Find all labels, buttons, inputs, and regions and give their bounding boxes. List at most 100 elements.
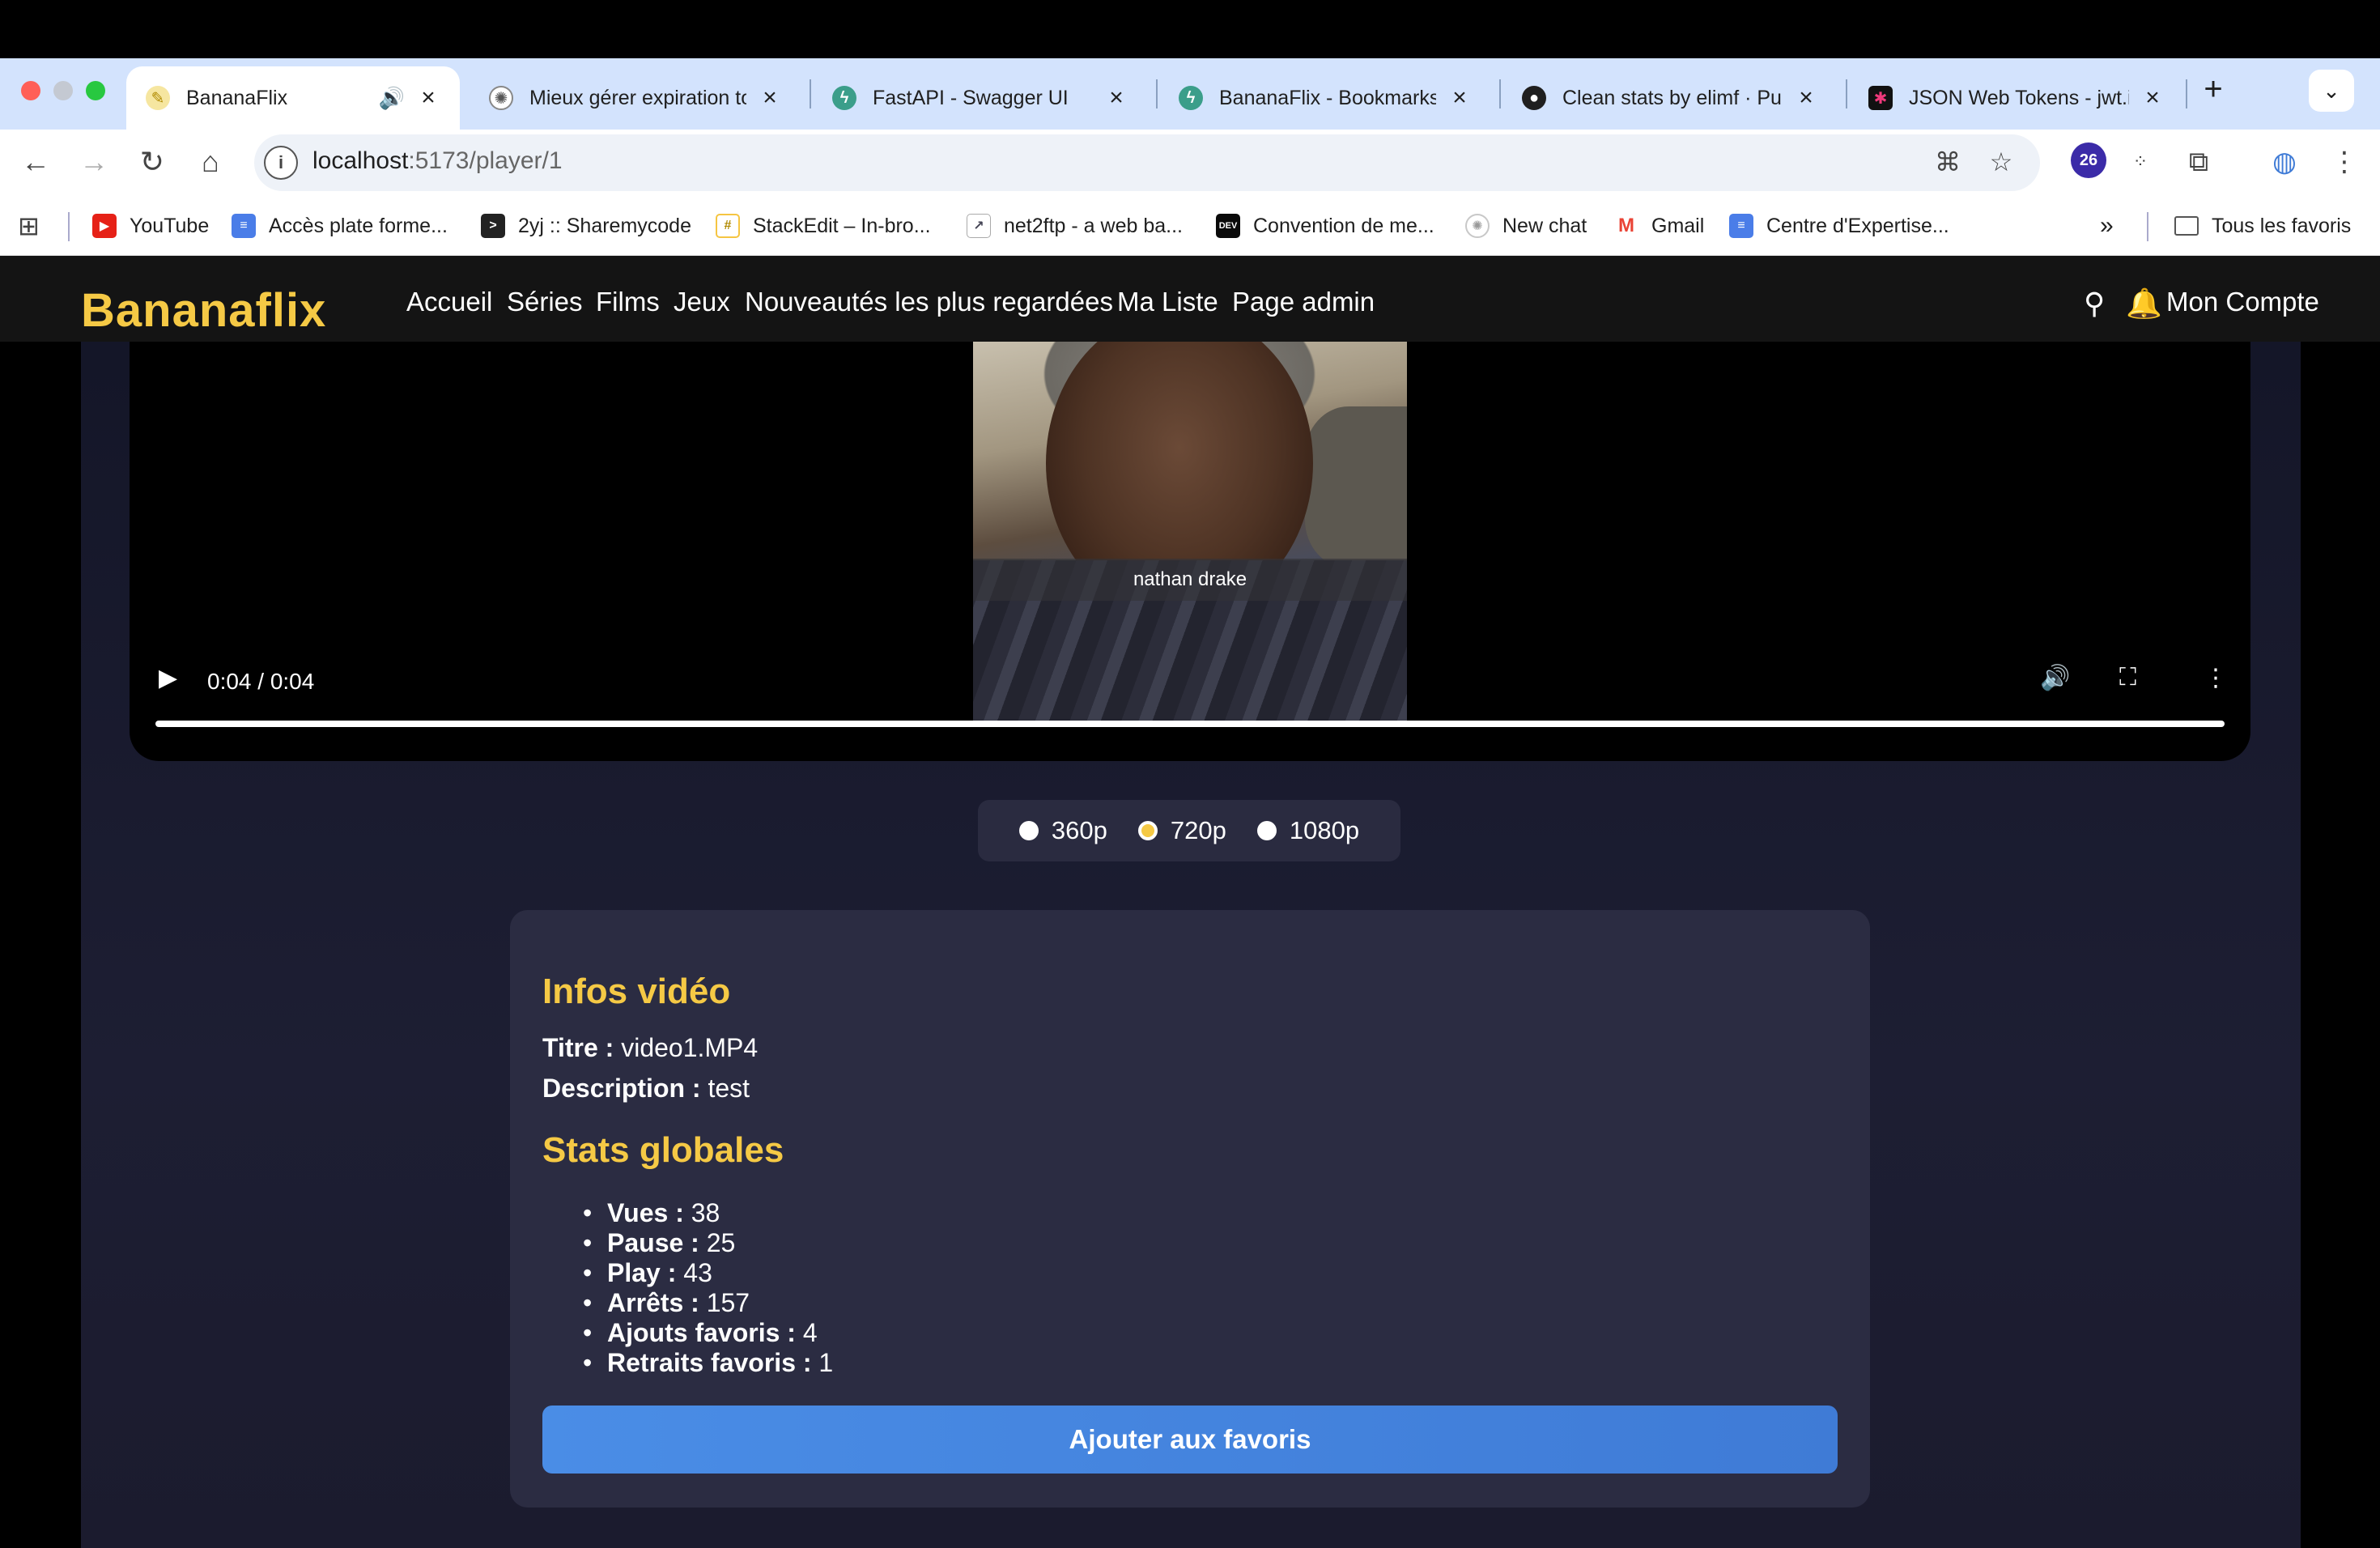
speaker-icon[interactable]: 🔊 [379,86,405,111]
account-link[interactable]: Mon Compte [2166,287,2319,317]
tab-title: BananaFlix - Bookmarks [1219,86,1436,109]
nav-page-admin[interactable]: Page admin [1232,287,1375,317]
window-minimize-dot[interactable] [53,81,73,100]
nav-ma-liste[interactable]: Ma Liste [1117,287,1218,317]
radio-360p[interactable] [1018,821,1039,840]
close-icon[interactable]: × [758,84,782,112]
tab-search-chevron-icon[interactable]: ⌄ [2309,70,2354,112]
url-text[interactable]: localhost:5173/player/1 [312,147,563,175]
stat-label: Ajouts favoris : [607,1318,796,1347]
quality-selector: 360p 720p 1080p [978,800,1400,861]
stat-label: Vues : [607,1198,684,1227]
stat-arrets: Arrêts : 157 [583,1288,833,1318]
video-frame[interactable]: nathan drake [973,342,1407,721]
browser-tab-github[interactable]: ● Clean stats by elimf · Pul × [1502,66,1838,130]
browser-tab-bookmarks[interactable]: ϟ BananaFlix - Bookmarks × [1159,66,1491,130]
net2ftp-icon: ↗ [967,214,991,238]
player-menu-kebab-icon[interactable]: ⋮ [2204,664,2228,692]
search-icon[interactable]: ⚲ [2084,287,2105,321]
bookmark-stackedit[interactable]: # StackEdit – In-bro... [716,209,931,243]
nav-nouveautes[interactable]: Nouveautés les plus regardées [745,287,1113,317]
video-progress-bar[interactable] [155,721,2225,727]
bookmark-youtube[interactable]: ▶ YouTube [92,209,209,243]
translate-icon[interactable]: ⌘ [1932,146,1964,178]
add-to-favorites-button[interactable]: Ajouter aux favoris [542,1406,1838,1474]
bookmark-new-chat[interactable]: ✺ New chat [1465,209,1587,243]
quality-option-1080p[interactable]: 1080p [1256,816,1359,845]
browser-tab-bananaflix[interactable]: ✎ BananaFlix 🔊 × [126,66,460,130]
site-logo[interactable]: Bananaflix [81,283,326,338]
browser-tab-jwt[interactable]: ✱ JSON Web Tokens - jwt.i × [1849,66,2184,130]
apps-grid-icon[interactable]: ⊞ [18,209,40,243]
banana-favicon-icon: ✎ [146,86,170,110]
bookmark-label: Convention de me... [1253,214,1434,237]
extensions-puzzle-icon[interactable]: ⧉ [2181,144,2216,180]
stat-label: Pause : [607,1228,699,1257]
home-icon[interactable]: ⌂ [191,142,230,181]
nav-jeux[interactable]: Jeux [674,287,730,317]
quality-option-360p[interactable]: 360p [1018,816,1107,845]
quality-label: 360p [1051,816,1107,844]
extension-dots-icon[interactable]: ⁘ [2123,144,2158,180]
fullscreen-icon[interactable]: ⛶ [2119,664,2136,691]
all-bookmarks-folder[interactable]: Tous les favoris [2174,209,2351,243]
window-close-dot[interactable] [21,81,40,100]
fastapi-favicon-icon: ϟ [1179,86,1203,110]
back-arrow-icon[interactable]: ← [16,142,55,181]
site-info-icon[interactable]: i [264,146,298,180]
bookmark-gmail[interactable]: M Gmail [1614,209,1704,243]
browser-menu-kebab-icon[interactable]: ⋮ [2327,144,2362,180]
tab-title: Clean stats by elimf · Pul [1562,86,1783,109]
stat-value: 43 [683,1258,712,1287]
quality-option-720p[interactable]: 720p [1137,816,1226,845]
video-info-heading: Infos vidéo [542,972,731,1011]
dev-icon: DEV [1216,214,1240,238]
gmail-icon: M [1614,214,1638,238]
reload-icon[interactable]: ↻ [133,142,172,181]
nav-films[interactable]: Films [596,287,660,317]
tab-title: BananaFlix [186,86,288,109]
docs-icon: ≡ [1729,214,1753,238]
close-icon[interactable]: × [1104,84,1128,112]
bookmark-net2ftp[interactable]: ↗ net2ftp - a web ba... [967,209,1183,243]
close-icon[interactable]: × [416,84,440,112]
screen-top-strip [0,0,2380,58]
bookmark-convention[interactable]: DEV Convention de me... [1216,209,1434,243]
bookmark-label: 2yj :: Sharemycode [518,214,691,237]
forward-arrow-icon[interactable]: → [74,142,113,181]
browser-tab-chatgpt[interactable]: ✺ Mieux gérer expiration to × [470,66,801,130]
play-icon[interactable]: ▶ [159,664,177,692]
chatgpt-icon: ✺ [1465,214,1490,238]
stat-label: Retraits favoris : [607,1348,812,1377]
bookmark-label: YouTube [130,214,210,237]
extension-badge-icon[interactable]: 26 [2071,142,2106,178]
quality-label: 720p [1170,816,1226,844]
url-path: :5173/player/1 [408,147,563,174]
browser-tab-fastapi-swagger[interactable]: ϟ FastAPI - Swagger UI × [813,66,1148,130]
window-zoom-dot[interactable] [86,81,105,100]
nav-series[interactable]: Séries [507,287,583,317]
nav-accueil[interactable]: Accueil [406,287,492,317]
description-label: Description : [542,1074,701,1103]
bell-icon[interactable]: 🔔 [2126,287,2162,321]
video-background-vehicle [1305,406,1407,568]
new-tab-plus-icon[interactable]: + [2197,73,2229,105]
bookmark-acces-plate-forme[interactable]: ≡ Accès plate forme... [232,209,448,243]
profile-globe-icon[interactable]: ◍ [2267,144,2302,180]
close-icon[interactable]: × [2140,84,2165,112]
bookmark-star-icon[interactable]: ☆ [1985,146,2017,178]
stats-heading: Stats globales [542,1130,784,1170]
bookmark-label: Accès plate forme... [269,214,448,237]
radio-720p[interactable] [1137,821,1158,840]
stat-value: 1 [818,1348,834,1377]
bookmark-centre-expertise[interactable]: ≡ Centre d'Expertise... [1729,209,1949,243]
close-icon[interactable]: × [1794,84,1818,112]
bookmark-separator [2147,212,2148,241]
close-icon[interactable]: × [1447,84,1472,112]
radio-1080p[interactable] [1256,821,1277,840]
bookmark-sharemycode[interactable]: >2yj :: Sharemycode [481,209,691,243]
terminal-icon: > [481,214,505,238]
volume-icon[interactable]: 🔊 [2040,664,2070,692]
more-bookmarks-chevron-icon[interactable]: » [2100,209,2114,243]
chatgpt-favicon-icon: ✺ [489,86,513,110]
